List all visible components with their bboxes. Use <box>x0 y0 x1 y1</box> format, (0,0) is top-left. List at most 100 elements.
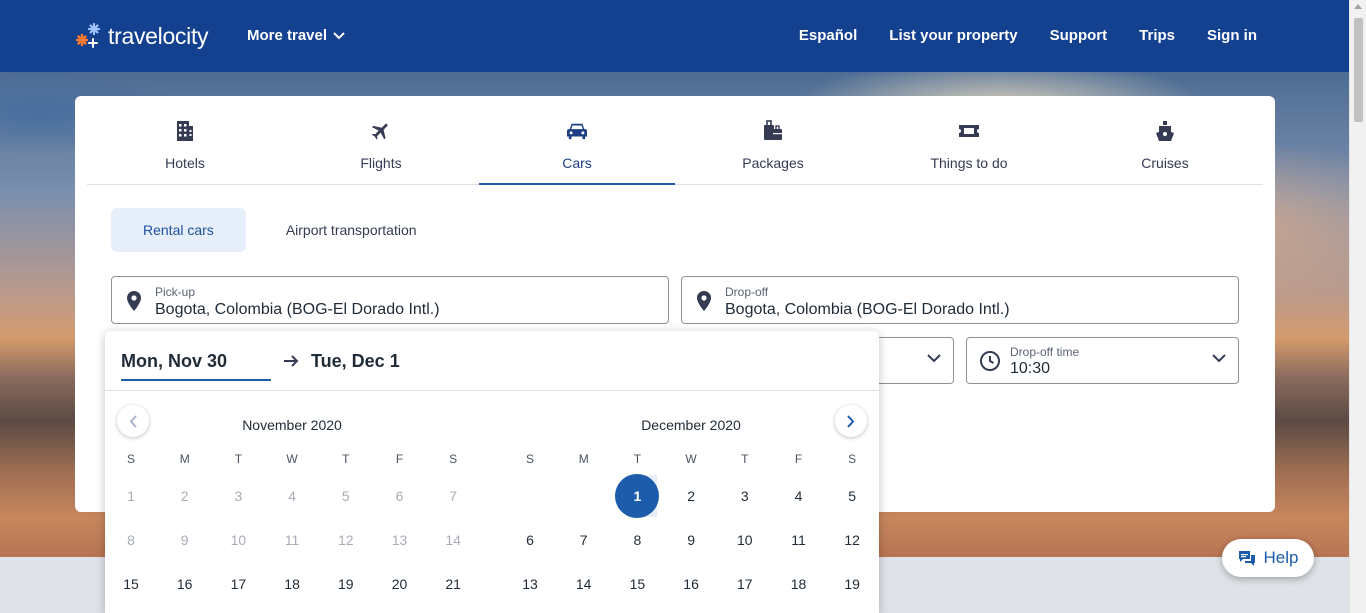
calendar-day[interactable]: 19 <box>832 564 872 604</box>
weekday-header: M <box>179 452 190 466</box>
calendar-day[interactable]: 17 <box>725 564 765 604</box>
calendar-day[interactable]: 19 <box>326 564 366 604</box>
tab-cars-label: Cars <box>562 155 592 171</box>
end-date-tab[interactable]: Tue, Dec 1 <box>311 351 400 372</box>
start-date-tab[interactable]: Mon, Nov 30 <box>121 351 271 381</box>
calendar-day[interactable]: 18 <box>272 564 312 604</box>
dropoff-time-value: 10:30 <box>1010 360 1051 377</box>
weekday-header: S <box>848 452 857 466</box>
tab-packages[interactable]: Packages <box>675 96 871 184</box>
calendar-day[interactable]: 11 <box>779 520 819 560</box>
chevron-left-icon <box>129 414 137 428</box>
more-travel-label: More travel <box>247 27 328 44</box>
calendar-day: 6 <box>395 488 404 504</box>
plane-icon <box>370 120 392 142</box>
weekday-header: F <box>794 452 803 466</box>
page-scrollbar[interactable] <box>1349 0 1366 613</box>
calendar-day[interactable]: 13 <box>510 564 550 604</box>
weekday-header: W <box>685 452 697 466</box>
calendar-day[interactable]: 3 <box>725 476 765 516</box>
car-subtabs: Rental cars Airport transportation <box>111 208 449 252</box>
prev-month-button[interactable] <box>117 405 149 437</box>
chevron-down-icon <box>333 31 345 39</box>
calendar-day[interactable]: 15 <box>111 564 151 604</box>
calendar-day[interactable]: 9 <box>671 520 711 560</box>
calendar-day[interactable]: 16 <box>671 564 711 604</box>
dropoff-label: Drop-off <box>725 285 769 299</box>
weekday-header: W <box>286 452 298 466</box>
month-title-december: December 2020 <box>641 417 741 433</box>
logo-text: travelocity <box>108 22 209 49</box>
weekday-header: T <box>234 452 243 466</box>
dropoff-field[interactable]: Drop-off Bogota, Colombia (BOG-El Dorado… <box>681 276 1239 324</box>
help-label: Help <box>1263 548 1299 567</box>
chevron-down-icon <box>927 354 941 363</box>
calendar-day: 11 <box>284 532 300 548</box>
tab-flights[interactable]: Flights <box>283 96 479 184</box>
pickup-value: Bogota, Colombia (BOG-El Dorado Intl.) <box>155 301 440 318</box>
calendar-day[interactable]: 18 <box>779 564 819 604</box>
weekday-header: F <box>395 452 404 466</box>
calendar-day[interactable]: 21 <box>433 564 473 604</box>
weekday-header: S <box>525 452 534 466</box>
pickup-label: Pick-up <box>155 285 196 299</box>
calendar-day[interactable]: 15 <box>617 564 657 604</box>
calendar-day[interactable]: 16 <box>165 564 205 604</box>
calendar-day[interactable]: 10 <box>725 520 765 560</box>
tab-hotels[interactable]: Hotels <box>87 96 283 184</box>
chevron-right-icon <box>847 414 855 428</box>
calendar-day[interactable]: 20 <box>380 564 420 604</box>
ticket-icon <box>958 120 980 142</box>
help-button[interactable]: Help <box>1222 539 1314 577</box>
weekday-header: T <box>633 452 642 466</box>
nav-espanol[interactable]: Español <box>799 27 857 44</box>
dropoff-time-field[interactable]: Drop-off time 10:30 <box>966 337 1239 384</box>
tab-cruises-label: Cruises <box>1141 155 1189 171</box>
weekday-header: M <box>578 452 589 466</box>
datepicker-header: Mon, Nov 30 Tue, Dec 1 <box>105 331 879 391</box>
calendar-day[interactable]: 8 <box>617 520 657 560</box>
calendar-day: 14 <box>445 532 461 548</box>
scroll-thumb[interactable] <box>1354 18 1363 122</box>
tab-cars[interactable]: Cars <box>479 96 675 185</box>
chat-bubbles-icon <box>1238 551 1255 566</box>
calendar-day[interactable]: 2 <box>671 476 711 516</box>
tab-cruises[interactable]: Cruises <box>1067 96 1263 184</box>
tab-things-label: Things to do <box>930 155 1008 171</box>
nav-support[interactable]: Support <box>1050 27 1108 44</box>
header-nav: Español List your property Support Trips… <box>799 27 1257 44</box>
nav-trips[interactable]: Trips <box>1139 27 1175 44</box>
logo-star-icon <box>75 22 101 48</box>
tab-things-to-do[interactable]: Things to do <box>871 96 1067 184</box>
calendar-day[interactable]: 6 <box>510 520 550 560</box>
calendar-day[interactable]: 17 <box>218 564 258 604</box>
weekday-header: T <box>342 452 350 466</box>
subtab-airport-transportation[interactable]: Airport transportation <box>254 208 449 252</box>
nav-list-property[interactable]: List your property <box>889 27 1017 44</box>
nav-sign-in[interactable]: Sign in <box>1207 27 1257 44</box>
subtab-rental-cars[interactable]: Rental cars <box>111 208 246 252</box>
calendar-day: 1 <box>127 488 135 504</box>
calendar-day[interactable]: 14 <box>564 564 604 604</box>
scroll-up-arrow[interactable] <box>1354 4 1362 9</box>
calendar-day[interactable]: 4 <box>779 476 819 516</box>
weekday-header: S <box>126 452 135 466</box>
tab-flights-label: Flights <box>360 155 402 171</box>
calendar-day[interactable]: 12 <box>832 520 872 560</box>
calendar-day[interactable]: 5 <box>832 476 872 516</box>
building-icon <box>174 120 196 142</box>
chevron-down-icon <box>1212 354 1226 363</box>
ship-icon <box>1154 120 1176 142</box>
more-travel-menu[interactable]: More travel <box>247 27 345 44</box>
arrow-right-icon <box>284 355 299 367</box>
calendar-day: 10 <box>230 532 247 548</box>
luggage-icon <box>762 120 784 142</box>
calendar-day[interactable]: 7 <box>564 520 604 560</box>
next-month-button[interactable] <box>835 405 867 437</box>
pickup-field[interactable]: Pick-up Bogota, Colombia (BOG-El Dorado … <box>111 276 669 324</box>
travelocity-logo[interactable]: travelocity <box>74 18 209 54</box>
weekday-header: S <box>449 452 458 466</box>
location-pin-icon <box>127 291 141 311</box>
tab-packages-label: Packages <box>742 155 804 171</box>
product-tabs: Hotels Flights Cars Packages Things to d… <box>87 96 1263 185</box>
